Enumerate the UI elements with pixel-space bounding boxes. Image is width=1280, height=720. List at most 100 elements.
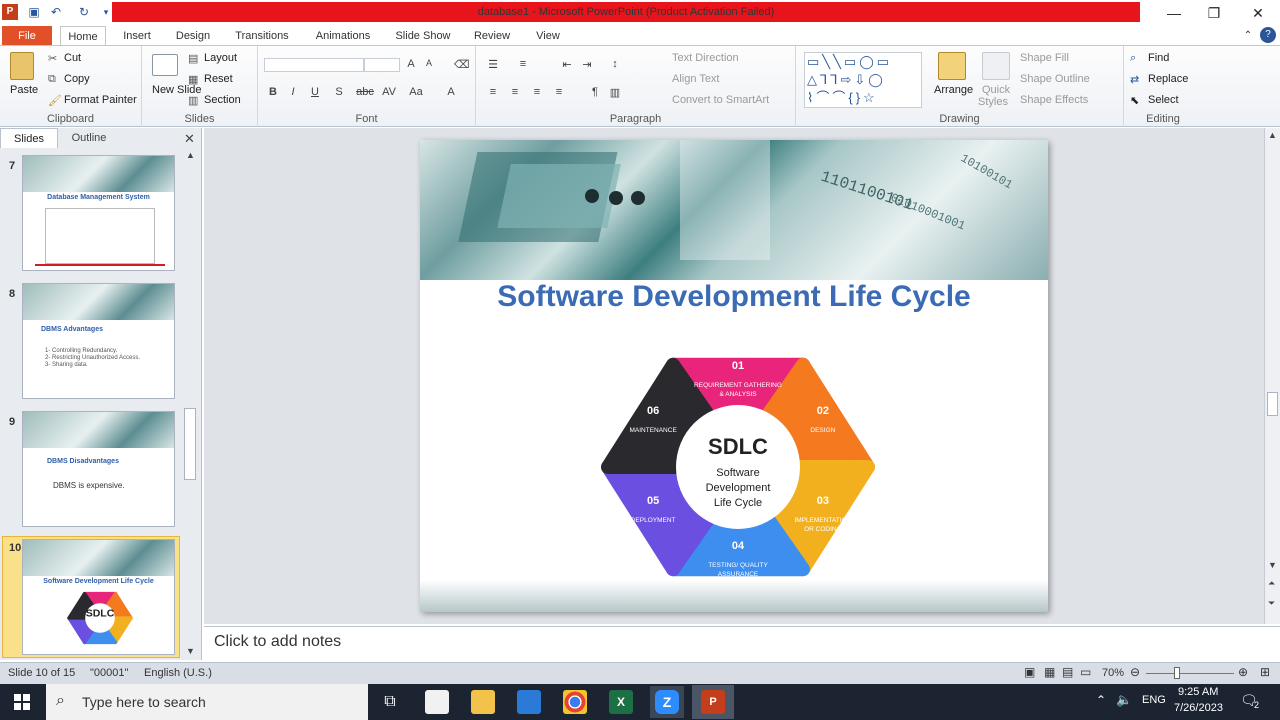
decrease-indent-icon[interactable]: ⇤ — [560, 58, 574, 71]
redo-icon[interactable]: ↻ — [76, 4, 92, 20]
previous-slide-icon[interactable]: ⏶ — [1268, 578, 1275, 589]
columns-icon[interactable]: ▥ — [608, 86, 622, 99]
zoom-slider[interactable] — [1146, 673, 1234, 674]
tab-animations[interactable]: Animations — [306, 26, 380, 46]
chevron-up-icon[interactable]: ⌃ — [1240, 26, 1256, 46]
windows-start-icon[interactable] — [14, 694, 30, 710]
align-left-icon[interactable]: ≡ — [486, 86, 500, 98]
scroll-up-icon[interactable]: ▲ — [186, 150, 195, 160]
shrink-font-icon[interactable]: A — [422, 58, 436, 68]
zoom-out-icon[interactable]: ⊖ — [1130, 665, 1140, 679]
volume-icon[interactable]: 🔈 — [1116, 692, 1132, 708]
find-button[interactable]: Find — [1148, 52, 1169, 64]
change-case-icon[interactable]: Aa — [406, 86, 426, 98]
scrollbar-thumb[interactable] — [1267, 392, 1278, 416]
task-view-icon[interactable]: ⧉ — [378, 690, 402, 714]
slide-title[interactable]: Software Development Life Cycle — [420, 280, 1048, 314]
increase-indent-icon[interactable]: ⇥ — [580, 58, 594, 71]
slide-thumbnail-8[interactable]: DBMS Advantages 1- Controlling Redundanc… — [22, 283, 175, 399]
shape-fill-button[interactable]: Shape Fill — [1020, 52, 1069, 64]
clear-formatting-icon[interactable]: ⌫ — [454, 58, 470, 71]
slide-thumbnail-10[interactable]: Software Development Life Cycle SDLC — [22, 539, 175, 655]
text-direction-rtl-icon[interactable]: ¶ — [588, 86, 602, 98]
scrollbar-thumb[interactable] — [184, 408, 196, 480]
scroll-up-icon[interactable]: ▲ — [1268, 130, 1277, 140]
shape-effects-button[interactable]: Shape Effects — [1020, 94, 1088, 106]
normal-view-icon[interactable]: ▣ — [1024, 665, 1035, 679]
reading-view-icon[interactable]: ▤ — [1062, 665, 1073, 679]
zoom-slider-thumb[interactable] — [1174, 667, 1180, 679]
underline-icon[interactable]: U — [308, 86, 322, 98]
search-placeholder[interactable]: Type here to search — [82, 694, 206, 710]
tab-slide-show[interactable]: Slide Show — [388, 26, 458, 46]
font-color-icon[interactable]: A — [444, 86, 458, 98]
tab-home[interactable]: Home — [60, 26, 106, 47]
zoom-app-tile[interactable]: Z — [650, 686, 684, 718]
slide-thumbnail-7[interactable]: Database Management System — [22, 155, 175, 271]
tab-view[interactable]: View — [526, 26, 570, 46]
bullets-icon[interactable]: ☰ — [486, 58, 500, 71]
arrange-button[interactable]: Arrange — [934, 84, 973, 96]
strikethrough-icon[interactable]: abc — [354, 86, 376, 98]
excel-icon[interactable]: X — [609, 690, 633, 714]
slide-sorter-icon[interactable]: ▦ — [1044, 665, 1055, 679]
scroll-down-icon[interactable]: ▼ — [1268, 560, 1277, 570]
zoom-in-icon[interactable]: ⊕ — [1238, 665, 1248, 679]
tab-design[interactable]: Design — [168, 26, 218, 46]
close-pane-icon[interactable]: ✕ — [184, 131, 195, 147]
slides-pane-scrollbar[interactable]: ▲ ▼ — [184, 150, 198, 658]
maximize-button[interactable]: ❐ — [1192, 0, 1236, 26]
reset-button[interactable]: Reset — [204, 73, 233, 85]
close-button[interactable]: ✕ — [1236, 0, 1280, 26]
justify-icon[interactable]: ≡ — [552, 86, 566, 98]
chevron-up-tray-icon[interactable]: ⌃ — [1096, 693, 1106, 707]
text-direction-button[interactable]: Text Direction — [672, 52, 739, 64]
notes-placeholder[interactable]: Click to add notes — [214, 633, 341, 651]
sdlc-diagram[interactable]: SDLC Software Development Life Cycle 01 R… — [558, 342, 918, 592]
bold-icon[interactable]: B — [266, 86, 280, 98]
mail-icon[interactable] — [517, 690, 541, 714]
font-name-select[interactable] — [264, 58, 364, 72]
replace-button[interactable]: Replace — [1148, 73, 1188, 85]
taskbar-search[interactable]: ⌕ Type here to search — [46, 684, 368, 720]
cut-button[interactable]: Cut — [64, 52, 81, 64]
next-slide-icon[interactable]: ⏷ — [1268, 598, 1275, 609]
format-painter-button[interactable]: Format Painter — [64, 94, 137, 106]
align-right-icon[interactable]: ≡ — [530, 86, 544, 98]
tab-transitions[interactable]: Transitions — [228, 26, 296, 46]
tab-insert[interactable]: Insert — [116, 26, 158, 46]
italic-icon[interactable]: I — [286, 86, 300, 98]
convert-smartart-button[interactable]: Convert to SmartArt — [672, 94, 769, 106]
notes-pane[interactable]: Click to add notes — [204, 626, 1280, 660]
shadow-icon[interactable]: S — [332, 86, 346, 98]
align-center-icon[interactable]: ≡ — [508, 86, 522, 98]
layout-button[interactable]: Layout — [204, 52, 237, 64]
powerpoint-app-icon[interactable]: P — [2, 4, 18, 20]
paste-button[interactable]: Paste — [10, 84, 38, 96]
store-icon[interactable] — [425, 690, 449, 714]
font-size-select[interactable] — [364, 58, 400, 72]
character-spacing-icon[interactable]: AV — [380, 86, 398, 98]
numbering-icon[interactable]: ≡ — [516, 58, 530, 70]
shapes-gallery[interactable]: ▭╲╲▭◯▭ △⅂⅂⇨⇩◯ ⌇⌒⌒{}☆ — [804, 52, 922, 108]
scroll-down-icon[interactable]: ▼ — [186, 646, 195, 656]
theme-name[interactable]: "00001" — [90, 667, 128, 679]
select-button[interactable]: Select — [1148, 94, 1179, 106]
slideshow-view-icon[interactable]: ▭ — [1080, 665, 1091, 679]
input-language[interactable]: ENG — [1142, 694, 1166, 706]
line-spacing-icon[interactable]: ↕ — [608, 58, 622, 70]
copy-button[interactable]: Copy — [64, 73, 90, 85]
align-text-button[interactable]: Align Text — [672, 73, 720, 85]
fit-slide-icon[interactable]: ⊞ — [1260, 665, 1270, 679]
chrome-icon[interactable] — [563, 690, 587, 714]
shape-outline-button[interactable]: Shape Outline — [1020, 73, 1090, 85]
tab-slides-pane[interactable]: Slides — [0, 128, 58, 148]
undo-icon[interactable]: ↶ — [48, 4, 64, 20]
current-slide[interactable]: 1101100101 01010001001 10100101 Software… — [420, 140, 1048, 612]
tab-outline-pane[interactable]: Outline — [60, 128, 118, 148]
save-icon[interactable]: ▣ — [26, 4, 42, 20]
tab-file[interactable]: File — [2, 26, 52, 46]
file-explorer-icon[interactable] — [471, 690, 495, 714]
slide-scrollbar[interactable]: ▲ ▼ ⏶ ⏷ — [1264, 128, 1280, 624]
grow-font-icon[interactable]: A — [404, 58, 418, 70]
